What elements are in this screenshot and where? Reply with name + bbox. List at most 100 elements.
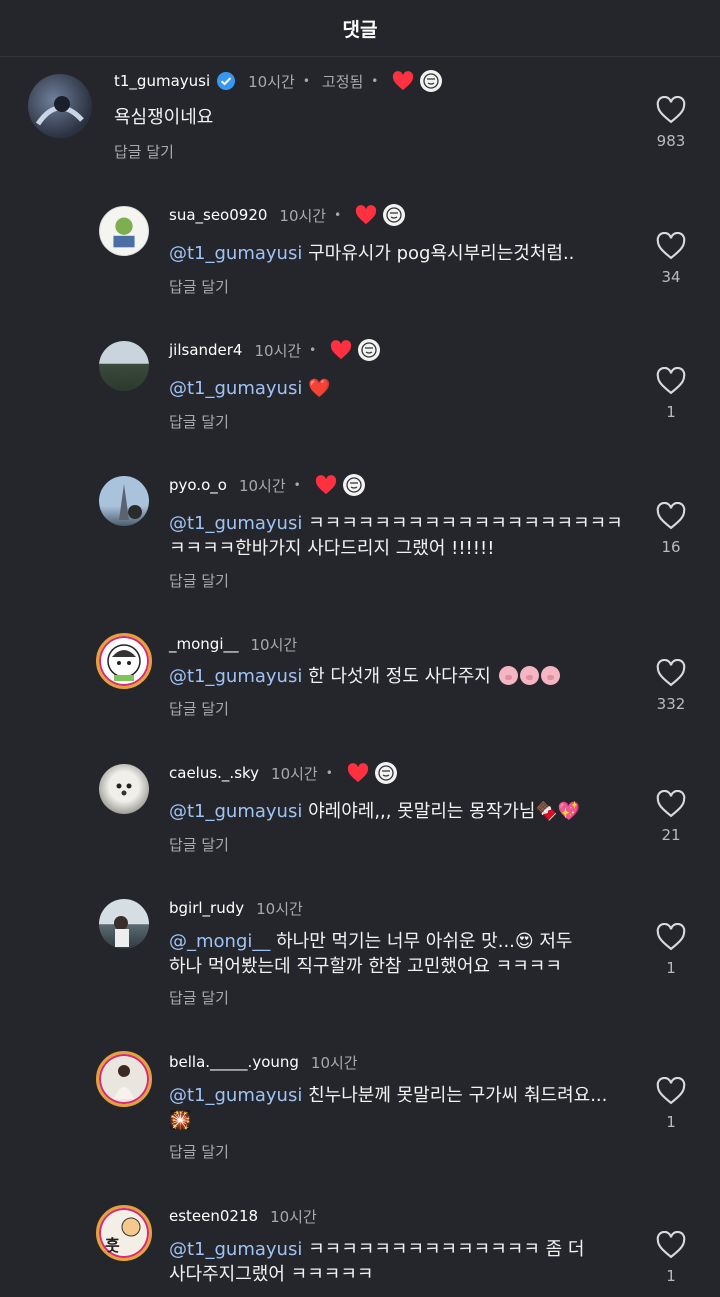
- comment-text: @t1_gumayusi 친누나분께 못말리는 구가씨 춰드려요... 🎇: [169, 1085, 608, 1131]
- like-button[interactable]: 1: [646, 367, 696, 421]
- separator-dot: •: [309, 343, 317, 357]
- comment-text: @t1_gumayusi 구마유시가 pog욕시부리는것처럼..: [169, 243, 575, 264]
- mention-link[interactable]: @t1_gumayusi: [169, 513, 302, 534]
- heart-outline-icon: [656, 923, 686, 951]
- reply-button[interactable]: 답글 달기: [169, 276, 229, 297]
- comment-item: sua_seo0920 10시간 • @t1_gumayusi 구마유시가 po…: [0, 198, 720, 308]
- comment-text: @t1_gumayusi 야레야레,,, 못말리는 몽작가님🍫💖: [169, 801, 581, 822]
- comment-item: bgirl_rudy 10시간 @_mongi__ 하나만 먹기는 너무 아쉬운…: [0, 891, 720, 1021]
- reply-button[interactable]: 답글 달기: [169, 570, 229, 591]
- like-button[interactable]: 1: [646, 923, 696, 977]
- comment-item: pyo.o_o 10시간 • @t1_gumayusi ㅋㅋㅋㅋㅋㅋㅋㅋㅋㅋㅋㅋ…: [0, 468, 720, 598]
- comment-time: 10시간: [310, 1053, 358, 1072]
- comment-username[interactable]: pyo.o_o: [169, 476, 227, 494]
- creator-avatar-icon: [358, 339, 381, 361]
- comments-header: 댓글: [0, 0, 720, 57]
- mention-link[interactable]: @t1_gumayusi: [169, 1085, 302, 1106]
- avatar[interactable]: [99, 341, 149, 391]
- like-count: 16: [661, 538, 681, 556]
- reply-button[interactable]: 답글 달기: [169, 698, 229, 719]
- comment-username[interactable]: esteen0218: [169, 1207, 258, 1225]
- comment-text: @t1_gumayusi ㅋㅋㅋㅋㅋㅋㅋㅋㅋㅋㅋㅋㅋㅋㅋㅋㅋㅋㅋ ㅋㅋㅋㅋ한바가…: [169, 513, 623, 559]
- like-count: 1: [666, 959, 676, 977]
- like-button[interactable]: 21: [646, 790, 696, 844]
- separator-dot: •: [334, 208, 342, 222]
- reply-button[interactable]: 답글 달기: [169, 834, 229, 855]
- mention-link[interactable]: @_mongi__: [169, 931, 270, 952]
- mention-link[interactable]: @t1_gumayusi: [169, 666, 302, 687]
- heart-filled-icon: [330, 340, 352, 360]
- avatar-glyph: 훗: [105, 1236, 120, 1255]
- heart-filled-icon: [355, 205, 377, 225]
- heart-filled-icon: [315, 475, 337, 495]
- heart-filled-icon: [392, 71, 414, 91]
- like-count: 332: [656, 695, 686, 713]
- creator-avatar-icon: [342, 474, 365, 496]
- comment-username[interactable]: caelus._.sky: [169, 764, 259, 782]
- comment-item: jilsander4 10시간 • @t1_gumayusi ❤️ 답글 달기 …: [0, 333, 720, 443]
- creator-avatar-icon: [420, 70, 443, 92]
- pinned-label: 고정됨: [321, 72, 364, 91]
- comment-username[interactable]: bgirl_rudy: [169, 899, 244, 917]
- separator-dot: •: [293, 478, 301, 492]
- like-button[interactable]: 16: [646, 502, 696, 556]
- avatar[interactable]: [96, 633, 152, 689]
- reply-button[interactable]: 답글 달기: [114, 141, 174, 162]
- avatar[interactable]: [99, 206, 149, 256]
- like-count: 983: [656, 132, 686, 150]
- comment-time: 10시간: [271, 764, 318, 783]
- like-button[interactable]: 332: [646, 659, 696, 713]
- comment-time: 10시간: [254, 341, 302, 360]
- like-count: 34: [661, 268, 681, 286]
- comment-text: @t1_gumayusi 한 다섯개 정도 사다주지: [169, 664, 560, 689]
- heart-outline-icon: [656, 96, 686, 124]
- mention-link[interactable]: @t1_gumayusi: [169, 378, 302, 399]
- like-count: 1: [666, 403, 676, 421]
- comment-username[interactable]: bella._____.young: [169, 1053, 299, 1071]
- heart-outline-icon: [656, 790, 686, 818]
- heart-outline-icon: [656, 502, 686, 530]
- like-button[interactable]: 1: [646, 1077, 696, 1131]
- verified-badge-icon: [216, 71, 236, 91]
- comment-time: 10시간: [256, 899, 303, 918]
- like-count: 21: [661, 826, 681, 844]
- reply-button[interactable]: 답글 달기: [169, 1141, 229, 1162]
- heart-outline-icon: [656, 367, 686, 395]
- avatar[interactable]: [99, 764, 149, 814]
- comment-item: caelus._.sky 10시간 • @t1_gumayusi 야레야레,,,…: [0, 756, 720, 866]
- mention-link[interactable]: @t1_gumayusi: [169, 1239, 302, 1260]
- reply-button[interactable]: 답글 달기: [169, 987, 229, 1008]
- avatar[interactable]: 훗: [96, 1205, 152, 1261]
- avatar[interactable]: [96, 1051, 152, 1107]
- comment-item: 훗 esteen0218 10시간 @t1_gumayusi ㅋㅋㅋㅋㅋㅋㅋㅋㅋ…: [0, 1199, 720, 1297]
- like-button[interactable]: 983: [646, 96, 696, 150]
- like-button[interactable]: 1: [646, 1231, 696, 1285]
- mention-link[interactable]: @t1_gumayusi: [169, 243, 302, 264]
- like-button[interactable]: 34: [646, 232, 696, 286]
- comment-username[interactable]: jilsander4: [169, 341, 242, 359]
- comment-time: 10시간: [250, 635, 298, 654]
- heart-outline-icon: [656, 659, 686, 687]
- reply-button[interactable]: 답글 달기: [169, 411, 229, 432]
- comment-text: @t1_gumayusi ❤️: [169, 378, 331, 399]
- comment-item: _mongi__ 10시간 @t1_gumayusi 한 다섯개 정도 사다주지…: [0, 627, 720, 737]
- comment-username[interactable]: t1_gumayusi: [114, 72, 210, 90]
- comment-time: 10시간: [270, 1207, 317, 1226]
- heart-filled-icon: [347, 763, 369, 783]
- pig-face-icon: [498, 666, 518, 685]
- comment-text: @t1_gumayusi ㅋㅋㅋㅋㅋㅋㅋㅋㅋㅋㅋㅋㅋㅋ 좀 더 사다주지그랬어 …: [169, 1239, 585, 1285]
- like-count: 1: [666, 1113, 676, 1131]
- comment-username[interactable]: sua_seo0920: [169, 206, 267, 224]
- heart-outline-icon: [656, 1077, 686, 1105]
- mention-link[interactable]: @t1_gumayusi: [169, 801, 302, 822]
- creator-avatar-icon: [383, 204, 406, 226]
- separator-dot: •: [302, 74, 310, 88]
- separator-dot: •: [371, 74, 379, 88]
- avatar[interactable]: [99, 899, 149, 949]
- comment-text: @_mongi__ 하나만 먹기는 너무 아쉬운 맛...😍 저두 하나 먹어봤…: [169, 931, 573, 977]
- avatar[interactable]: [99, 476, 149, 526]
- avatar[interactable]: [28, 74, 92, 138]
- pig-face-icon: [540, 666, 560, 685]
- like-count: 1: [666, 1267, 676, 1285]
- comment-username[interactable]: _mongi__: [169, 635, 239, 653]
